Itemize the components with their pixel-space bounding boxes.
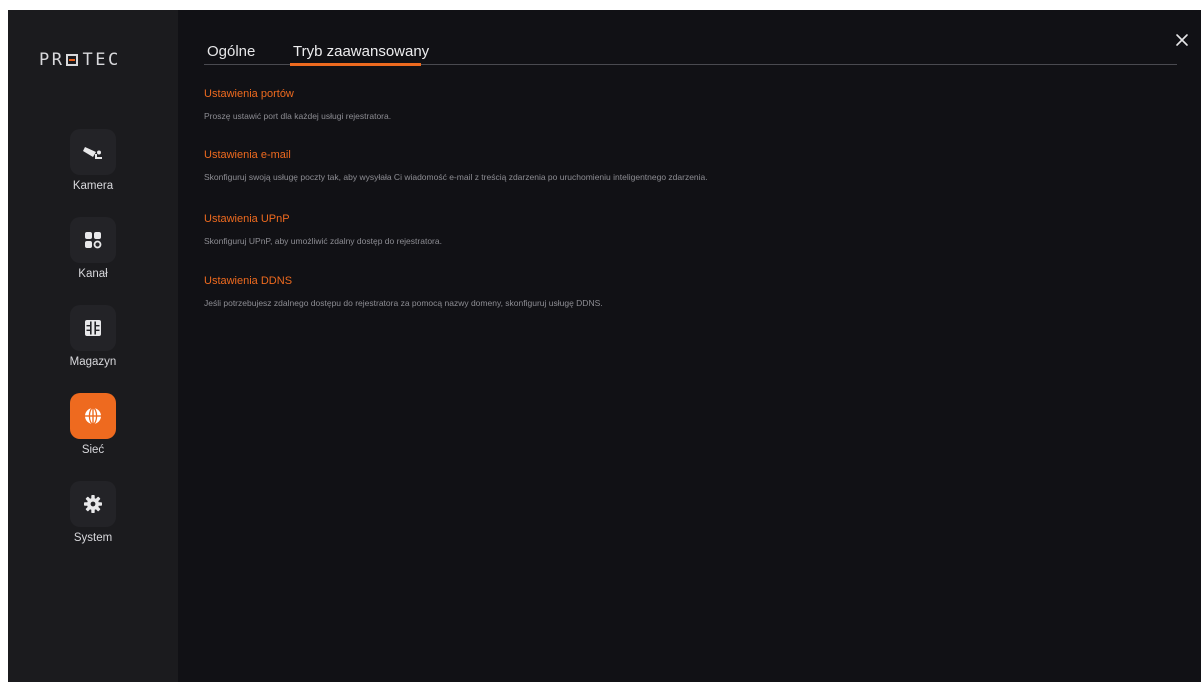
logo-text-end: TEC bbox=[82, 50, 121, 70]
section-upnp-settings: Ustawienia UPnP Skonfiguruj UPnP, aby um… bbox=[204, 213, 442, 246]
section-title[interactable]: Ustawienia DDNS bbox=[204, 275, 603, 287]
brand-logo: PR TEC bbox=[39, 50, 121, 70]
close-icon[interactable] bbox=[1173, 31, 1191, 49]
section-title[interactable]: Ustawienia e-mail bbox=[204, 149, 708, 161]
logo-text-start: PR bbox=[39, 50, 65, 70]
logo-o-mark bbox=[66, 54, 79, 66]
section-ddns-settings: Ustawienia DDNS Jeśli potrzebujesz zdaln… bbox=[204, 275, 603, 308]
tab-tryb-zaawansowany[interactable]: Tryb zaawansowany bbox=[293, 43, 429, 60]
sidebar-item-siec[interactable]: Sieć bbox=[48, 393, 138, 463]
sidebar: PR TEC Kamera Kanał Magazyn Sieć System bbox=[8, 10, 178, 682]
active-tab-indicator bbox=[290, 63, 421, 66]
section-port-settings: Ustawienia portów Proszę ustawić port dl… bbox=[204, 88, 391, 121]
tab-ogolne[interactable]: Ogólne bbox=[207, 43, 255, 60]
camera-icon bbox=[70, 129, 116, 175]
section-description: Proszę ustawić port dla każdej usługi re… bbox=[204, 111, 392, 121]
sidebar-item-kanal[interactable]: Kanał bbox=[48, 217, 138, 287]
storage-icon bbox=[70, 305, 116, 351]
sidebar-item-label: Kamera bbox=[72, 180, 114, 192]
sidebar-item-label: Magazyn bbox=[69, 356, 117, 368]
sidebar-item-kamera[interactable]: Kamera bbox=[48, 129, 138, 199]
channel-grid-icon bbox=[70, 217, 116, 263]
sidebar-item-label: Sieć bbox=[81, 444, 105, 456]
gear-icon bbox=[70, 481, 116, 527]
sidebar-item-label: System bbox=[73, 532, 113, 544]
section-description: Skonfiguruj UPnP, aby umożliwić zdalny d… bbox=[204, 236, 442, 246]
app-window: PR TEC Kamera Kanał Magazyn Sieć System … bbox=[8, 10, 1201, 682]
section-title[interactable]: Ustawienia UPnP bbox=[204, 213, 442, 225]
sidebar-item-magazyn[interactable]: Magazyn bbox=[48, 305, 138, 375]
tab-bar: Ogólne Tryb zaawansowany bbox=[204, 10, 1177, 66]
section-description: Jeśli potrzebujesz zdalnego dostępu do r… bbox=[204, 298, 603, 308]
section-email-settings: Ustawienia e-mail Skonfiguruj swoją usłu… bbox=[204, 149, 708, 182]
section-description: Skonfiguruj swoją usługę poczty tak, aby… bbox=[204, 172, 708, 182]
network-globe-icon bbox=[70, 393, 116, 439]
sidebar-item-system[interactable]: System bbox=[48, 481, 138, 551]
sidebar-item-label: Kanał bbox=[78, 268, 108, 280]
section-title[interactable]: Ustawienia portów bbox=[204, 88, 391, 100]
